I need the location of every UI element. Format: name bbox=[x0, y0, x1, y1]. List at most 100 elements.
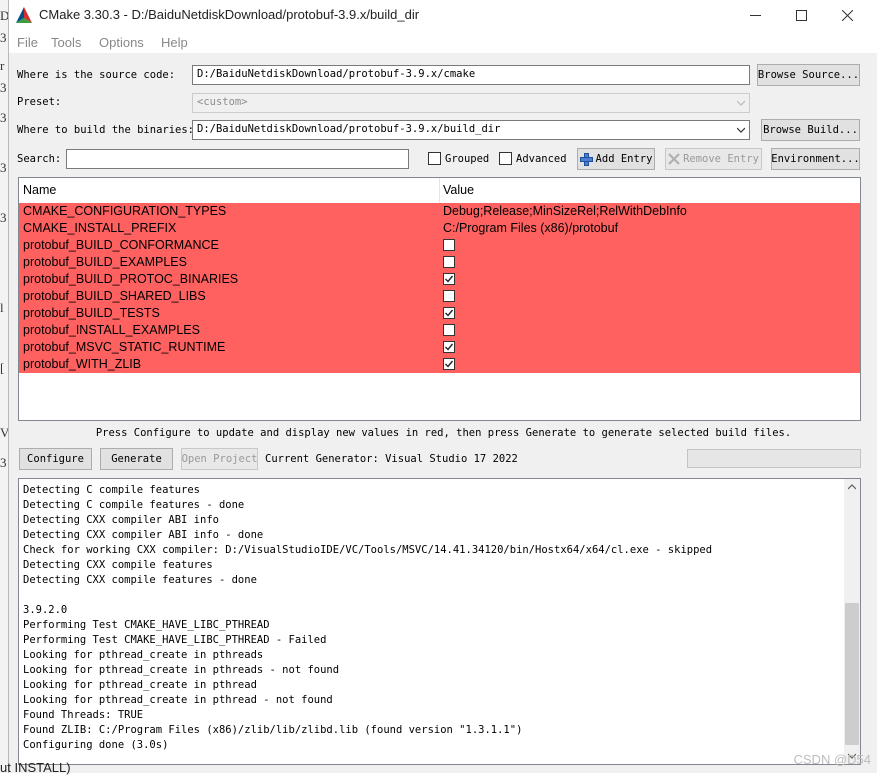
menu-tools[interactable]: Tools bbox=[51, 35, 81, 50]
background-letter: 3 bbox=[0, 30, 7, 45]
table-row[interactable]: CMAKE_CONFIGURATION_TYPES Debug;Release;M… bbox=[19, 203, 860, 220]
chevron-down-icon[interactable] bbox=[737, 126, 745, 134]
remove-entry-label: Remove Entry bbox=[683, 153, 759, 165]
output-line: Looking for pthread_create in pthreads -… bbox=[23, 664, 340, 676]
add-entry-button[interactable]: Add Entry bbox=[577, 148, 655, 170]
build-path-value: D:/BaiduNetdiskDownload/protobuf-3.9.x/b… bbox=[197, 123, 501, 135]
output-log[interactable]: Detecting C compile features Detecting C … bbox=[18, 478, 861, 765]
row-name: protobuf_BUILD_PROTOC_BINARIES bbox=[23, 272, 239, 286]
maximize-icon bbox=[795, 10, 807, 21]
preset-label: Preset: bbox=[17, 96, 62, 108]
row-checkbox[interactable] bbox=[443, 239, 455, 251]
output-line: Performing Test CMAKE_HAVE_LIBC_PTHREAD bbox=[23, 619, 270, 631]
row-checkbox[interactable] bbox=[443, 290, 455, 302]
configure-hint: Press Configure to update and display ne… bbox=[95, 427, 792, 439]
row-value[interactable]: Debug;Release;MinSizeRel;RelWithDebInfo bbox=[443, 204, 687, 218]
row-name: CMAKE_CONFIGURATION_TYPES bbox=[23, 204, 227, 218]
remove-entry-button: Remove Entry bbox=[665, 148, 762, 170]
add-entry-label: Add Entry bbox=[595, 153, 653, 165]
row-name: protobuf_WITH_ZLIB bbox=[23, 357, 142, 371]
table-row[interactable]: protobuf_BUILD_PROTOC_BINARIES bbox=[19, 271, 860, 288]
minimize-icon bbox=[749, 15, 761, 16]
header-name[interactable]: Name bbox=[23, 183, 56, 197]
current-generator: Current Generator: Visual Studio 17 2022 bbox=[265, 453, 518, 465]
output-lines: Detecting C compile features Detecting C … bbox=[23, 483, 712, 753]
header-value[interactable]: Value bbox=[443, 183, 474, 197]
grouped-checkbox[interactable] bbox=[428, 152, 441, 165]
row-checkbox[interactable] bbox=[443, 341, 455, 353]
close-button[interactable] bbox=[824, 0, 870, 31]
output-line: Detecting CXX compiler ABI info bbox=[23, 514, 219, 526]
build-path-combobox[interactable]: D:/BaiduNetdiskDownload/protobuf-3.9.x/b… bbox=[192, 120, 750, 140]
scroll-thumb[interactable] bbox=[845, 603, 859, 745]
header-divider[interactable] bbox=[439, 178, 440, 203]
background-letter: 3 bbox=[0, 210, 7, 225]
output-line: Detecting C compile features bbox=[23, 484, 201, 496]
output-scrollbar[interactable] bbox=[844, 479, 860, 764]
menu-file[interactable]: File bbox=[17, 35, 38, 50]
advanced-checkbox[interactable] bbox=[499, 152, 512, 165]
watermark: CSDN @D54 bbox=[793, 752, 872, 767]
output-line: Detecting C compile features - done bbox=[23, 499, 245, 511]
row-checkbox[interactable] bbox=[443, 324, 455, 336]
progress-bar bbox=[687, 449, 861, 468]
table-row[interactable]: protobuf_MSVC_STATIC_RUNTIME bbox=[19, 339, 860, 356]
background-window-strip: D 3 r 3 3 3 3 l [ V 3 bbox=[0, 0, 9, 773]
window-title: CMake 3.30.3 - D:/BaiduNetdiskDownload/p… bbox=[39, 7, 420, 22]
minimize-button[interactable] bbox=[732, 0, 778, 31]
row-checkbox[interactable] bbox=[443, 256, 455, 268]
grouped-label: Grouped bbox=[445, 153, 490, 165]
menu-help[interactable]: Help bbox=[161, 35, 188, 50]
chevron-up-icon bbox=[848, 484, 856, 490]
advanced-label: Advanced bbox=[516, 153, 567, 165]
menu-options[interactable]: Options bbox=[99, 35, 144, 50]
table-row[interactable]: protobuf_BUILD_CONFORMANCE bbox=[19, 237, 860, 254]
scroll-up-button[interactable] bbox=[844, 479, 860, 495]
plus-icon bbox=[579, 152, 593, 166]
table-row[interactable]: protobuf_WITH_ZLIB bbox=[19, 356, 860, 373]
browse-source-button[interactable]: Browse Source... bbox=[757, 64, 860, 86]
environment-button[interactable]: Environment... bbox=[771, 148, 860, 170]
background-letter: l bbox=[0, 300, 4, 315]
table-row[interactable]: CMAKE_INSTALL_PREFIX C:/Program Files (x8… bbox=[19, 220, 860, 237]
open-project-button: Open Project bbox=[181, 448, 258, 470]
generate-button[interactable]: Generate bbox=[100, 448, 173, 470]
row-checkbox[interactable] bbox=[443, 307, 455, 319]
table-row[interactable]: protobuf_INSTALL_EXAMPLES bbox=[19, 322, 860, 339]
output-line: Detecting CXX compiler ABI info - done bbox=[23, 529, 264, 541]
checkmark-icon bbox=[445, 309, 454, 317]
output-line: Detecting CXX compile features bbox=[23, 559, 213, 571]
cache-table[interactable]: Name Value CMAKE_CONFIGURATION_TYPES Debu… bbox=[18, 177, 861, 421]
maximize-button[interactable] bbox=[778, 0, 824, 31]
output-line: Looking for pthread_create in pthread bbox=[23, 679, 257, 691]
row-checkbox[interactable] bbox=[443, 358, 455, 370]
preset-value: <custom> bbox=[197, 96, 248, 108]
output-line: Found ZLIB: C:/Program Files (x86)/zlib/… bbox=[23, 724, 523, 736]
checkmark-icon bbox=[445, 360, 454, 368]
background-letter: 3 bbox=[0, 80, 7, 95]
search-label: Search: bbox=[17, 153, 62, 165]
table-row[interactable]: protobuf_BUILD_EXAMPLES bbox=[19, 254, 860, 271]
browse-build-button[interactable]: Browse Build... bbox=[761, 119, 860, 141]
configure-button[interactable]: Configure bbox=[19, 448, 92, 470]
table-header: Name Value bbox=[19, 178, 860, 204]
background-letter: r bbox=[0, 58, 5, 73]
row-checkbox[interactable] bbox=[443, 273, 455, 285]
cmake-logo-icon bbox=[16, 7, 32, 23]
table-row[interactable]: protobuf_BUILD_SHARED_LIBS bbox=[19, 288, 860, 305]
output-line: Configuring done (3.0s) bbox=[23, 739, 169, 751]
output-line: Found Threads: TRUE bbox=[23, 709, 144, 721]
build-label: Where to build the binaries: bbox=[17, 124, 195, 136]
output-line: 3.9.2.0 bbox=[23, 604, 68, 616]
source-path-input[interactable]: D:/BaiduNetdiskDownload/protobuf-3.9.x/c… bbox=[192, 65, 750, 85]
menu-bar: File Tools Options Help bbox=[9, 31, 877, 53]
background-letter: 3 bbox=[0, 110, 7, 125]
title-bar[interactable]: CMake 3.30.3 - D:/BaiduNetdiskDownload/p… bbox=[9, 0, 877, 31]
row-value[interactable]: C:/Program Files (x86)/protobuf bbox=[443, 221, 618, 235]
table-row[interactable]: protobuf_BUILD_TESTS bbox=[19, 305, 860, 322]
preset-select: <custom> bbox=[192, 93, 750, 113]
checkmark-icon bbox=[445, 275, 454, 283]
search-input[interactable] bbox=[66, 149, 409, 169]
output-line: Looking for pthread_create in pthreads bbox=[23, 649, 264, 661]
